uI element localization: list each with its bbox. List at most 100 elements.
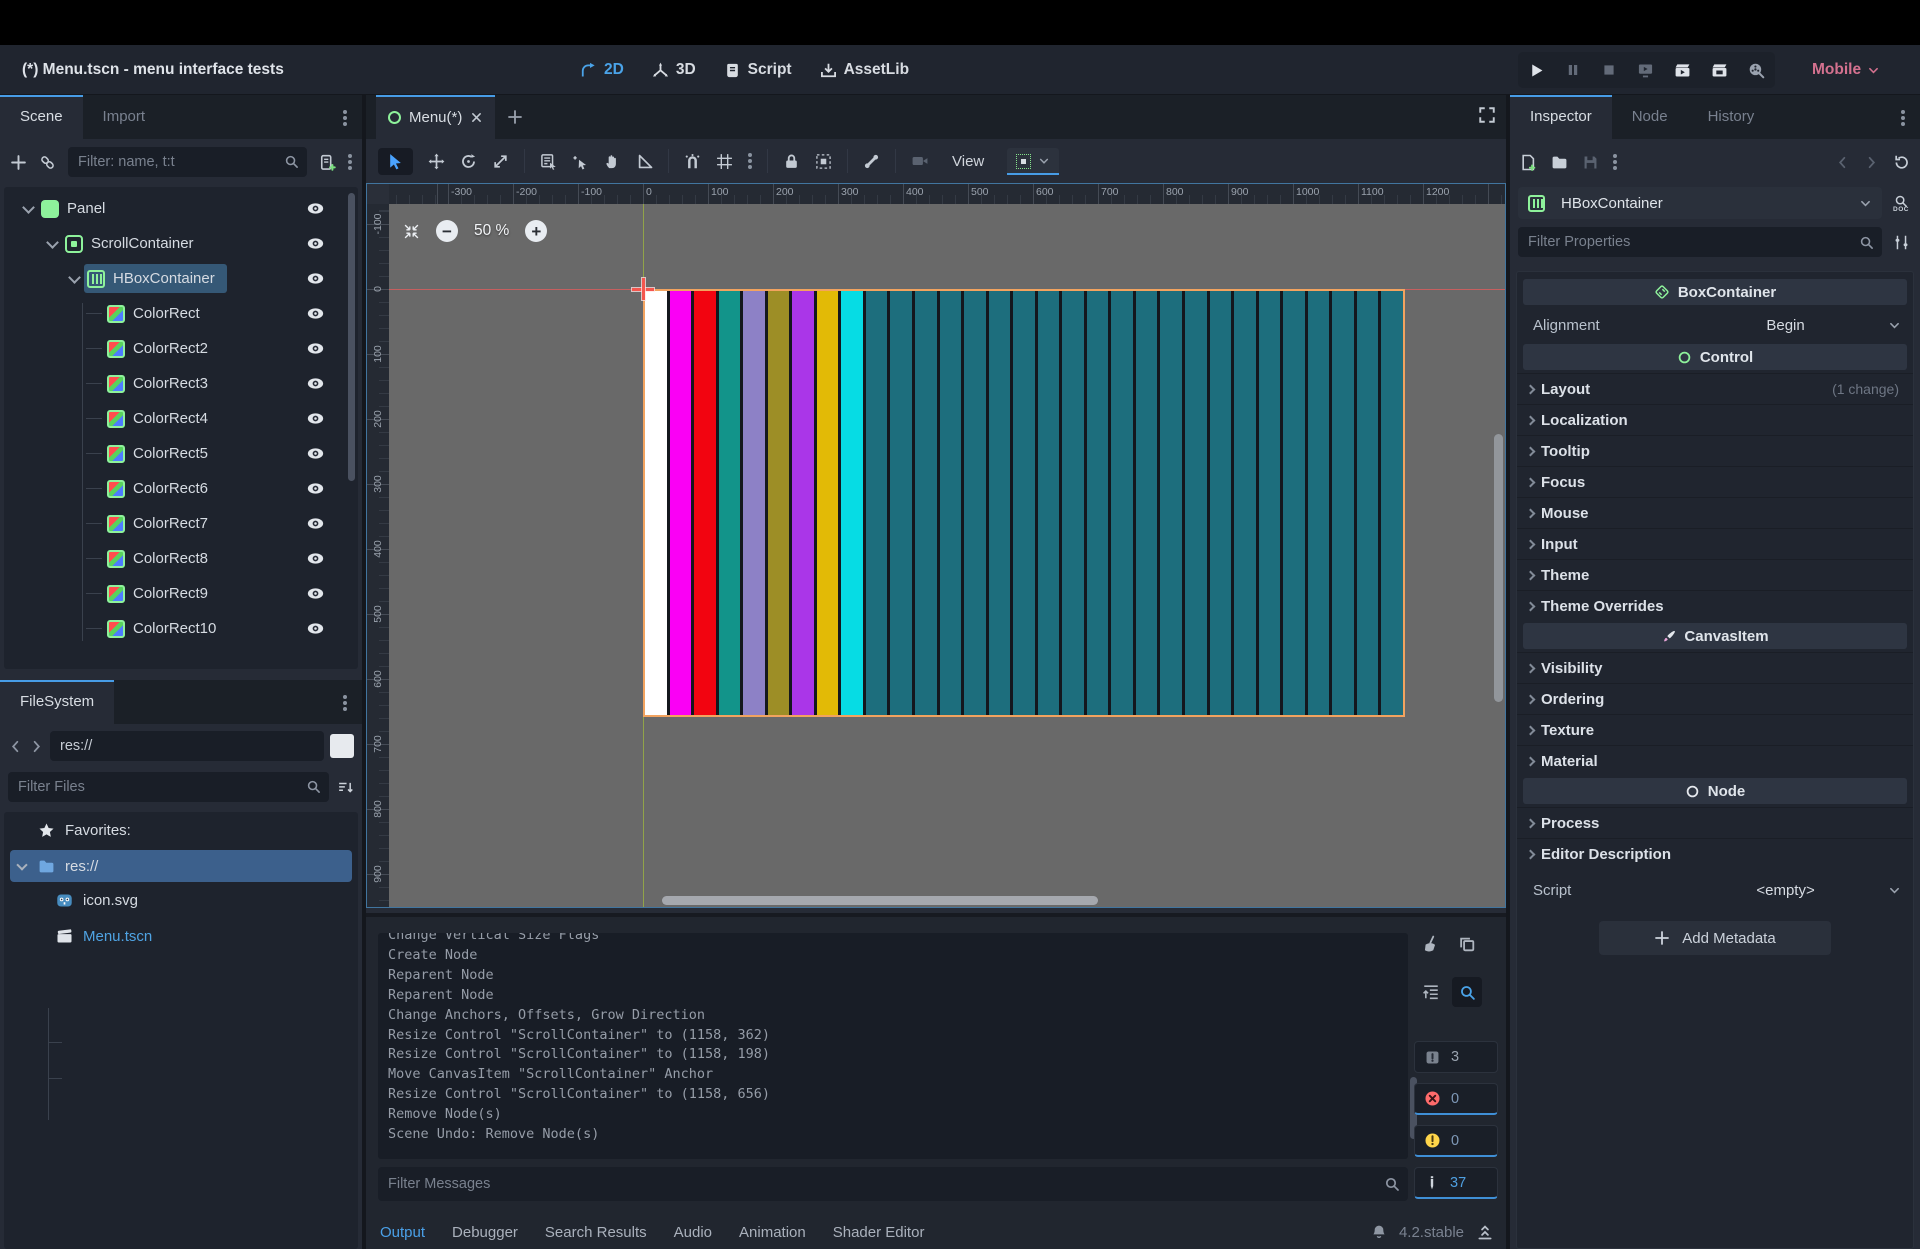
filesystem-row-icon-svg[interactable]: icon.svg — [4, 882, 358, 918]
visibility-eye-button[interactable] — [300, 550, 330, 567]
remote-debug-button[interactable] — [1637, 62, 1654, 79]
visibility-eye-button[interactable] — [300, 375, 330, 392]
distraction-free-button[interactable] — [1478, 106, 1496, 124]
scene-tree-menu-button[interactable] — [348, 160, 352, 164]
expand-toggle-icon[interactable] — [84, 374, 104, 394]
expand-toggle-icon[interactable] — [84, 339, 104, 359]
expand-toggle-icon[interactable] — [64, 269, 84, 289]
play-button[interactable] — [1528, 62, 1545, 79]
snap-options-button[interactable] — [748, 159, 752, 163]
errors-counter[interactable]: 0 — [1414, 1083, 1498, 1115]
current-path-field[interactable] — [50, 731, 324, 761]
list-select-button[interactable] — [540, 153, 557, 170]
scrollbar-thumb[interactable] — [348, 193, 355, 481]
collapse-messages-button[interactable] — [1418, 979, 1444, 1005]
expand-toggle-icon[interactable] — [84, 514, 104, 534]
inspector-section[interactable]: Ordering — [1517, 683, 1913, 714]
bottom-panel-tab[interactable]: Shader Editor — [833, 1224, 925, 1241]
skeleton-options-button[interactable] — [863, 153, 880, 170]
scene-tree-row[interactable]: Panel — [4, 191, 358, 226]
bottom-panel-tab[interactable]: Audio — [674, 1224, 712, 1241]
visibility-eye-button[interactable] — [300, 585, 330, 602]
pause-button[interactable] — [1565, 62, 1581, 78]
history-forward-button[interactable] — [29, 739, 44, 754]
scale-tool-button[interactable] — [492, 153, 509, 170]
close-icon[interactable] — [470, 111, 483, 124]
tab-node[interactable]: Node — [1612, 95, 1688, 139]
scene-tree-row[interactable]: ColorRect3 — [4, 366, 358, 401]
bottom-panel-tab[interactable]: Output — [380, 1224, 425, 1241]
add-node-button[interactable] — [10, 154, 27, 171]
inspector-section[interactable]: Theme Overrides — [1517, 590, 1913, 621]
inspector-section[interactable]: Texture — [1517, 714, 1913, 745]
show-search-button[interactable] — [1452, 977, 1482, 1007]
visibility-eye-button[interactable] — [300, 515, 330, 532]
center-view-button[interactable] — [403, 222, 420, 240]
expand-toggle-icon[interactable] — [84, 584, 104, 604]
expand-toggle-icon[interactable] — [84, 304, 104, 324]
workspace-3d-button[interactable]: 3D — [652, 61, 696, 79]
pan-tool-button[interactable] — [604, 153, 621, 170]
expand-toggle-icon[interactable] — [84, 619, 104, 639]
inspector-section[interactable]: Input — [1517, 528, 1913, 559]
scene-tree-row[interactable]: ColorRect6 — [4, 471, 358, 506]
expand-toggle-icon[interactable] — [18, 199, 38, 219]
load-resource-button[interactable] — [1551, 154, 1568, 171]
favorites-row[interactable]: Favorites: — [4, 812, 358, 848]
lock-node-button[interactable] — [783, 153, 800, 170]
play-scene-button[interactable] — [1674, 62, 1691, 79]
scene-tree-row[interactable]: ScrollContainer — [4, 226, 358, 261]
history-back-button[interactable] — [1835, 155, 1850, 170]
tab-import[interactable]: Import — [83, 95, 166, 139]
scene-tree-row[interactable]: ColorRect — [4, 296, 358, 331]
inspector-section[interactable]: Tooltip — [1517, 435, 1913, 466]
scene-tab-menu[interactable]: Menu(*) — [376, 95, 495, 139]
visibility-eye-button[interactable] — [300, 340, 330, 357]
expand-toggle-icon[interactable] — [42, 234, 62, 254]
visibility-eye-button[interactable] — [300, 410, 330, 427]
preview-camera-button[interactable] — [911, 152, 929, 170]
scene-tree-row[interactable]: ColorRect9 — [4, 576, 358, 611]
clear-output-button[interactable] — [1418, 931, 1444, 957]
scene-filter-input[interactable] — [68, 147, 307, 177]
edited-object-selector[interactable]: HBoxContainer — [1518, 187, 1882, 219]
warnings-counter[interactable]: 0 — [1414, 1125, 1498, 1157]
move-tool-button[interactable] — [428, 153, 445, 170]
scene-tree-scrollbar[interactable] — [348, 193, 355, 663]
visibility-eye-button[interactable] — [300, 445, 330, 462]
property-script[interactable]: Script <empty> — [1517, 873, 1913, 907]
object-history-button[interactable] — [1893, 154, 1910, 171]
copy-output-button[interactable] — [1454, 931, 1480, 957]
horizontal-scrollbar[interactable] — [391, 896, 1491, 905]
canvas-area[interactable]: − 50 % + — [389, 204, 1505, 907]
new-scene-tab-button[interactable] — [495, 95, 535, 139]
expand-toggle-icon[interactable] — [84, 479, 104, 499]
visibility-eye-button[interactable] — [300, 305, 330, 322]
property-alignment[interactable]: Alignment Begin — [1517, 308, 1913, 342]
inspector-section[interactable]: Process — [1517, 807, 1913, 838]
bottom-panel-tab[interactable]: Debugger — [452, 1224, 518, 1241]
pivot-tool-button[interactable] — [572, 153, 589, 170]
filter-files-input[interactable] — [8, 772, 329, 802]
scene-tree-row[interactable]: ColorRect5 — [4, 436, 358, 471]
workspace-assetlib-button[interactable]: AssetLib — [820, 61, 909, 79]
property-value[interactable]: <empty> — [1690, 882, 1881, 899]
inspector-section[interactable]: Editor Description — [1517, 838, 1913, 869]
stop-button[interactable] — [1601, 62, 1617, 78]
scene-dock-menu-button[interactable] — [336, 109, 354, 127]
group-node-button[interactable] — [815, 153, 832, 170]
scene-tree-row[interactable]: ColorRect4 — [4, 401, 358, 436]
scene-tree-row[interactable]: ColorRect8 — [4, 541, 358, 576]
zoom-out-button[interactable]: − — [436, 220, 458, 242]
tab-filesystem[interactable]: FileSystem — [0, 680, 114, 724]
ruler-tool-button[interactable] — [636, 153, 653, 170]
scene-tree-row[interactable]: HBoxContainer — [4, 261, 358, 296]
view-menu-button[interactable]: View — [944, 153, 992, 170]
expand-toggle-icon[interactable] — [84, 409, 104, 429]
movie-maker-button[interactable] — [1748, 62, 1765, 79]
visibility-eye-button[interactable] — [300, 480, 330, 497]
workspace-2d-button[interactable]: 2D — [580, 61, 624, 79]
tab-scene[interactable]: Scene — [0, 95, 83, 139]
save-resource-button[interactable] — [1582, 154, 1599, 171]
resource-options-button[interactable] — [1613, 160, 1617, 164]
